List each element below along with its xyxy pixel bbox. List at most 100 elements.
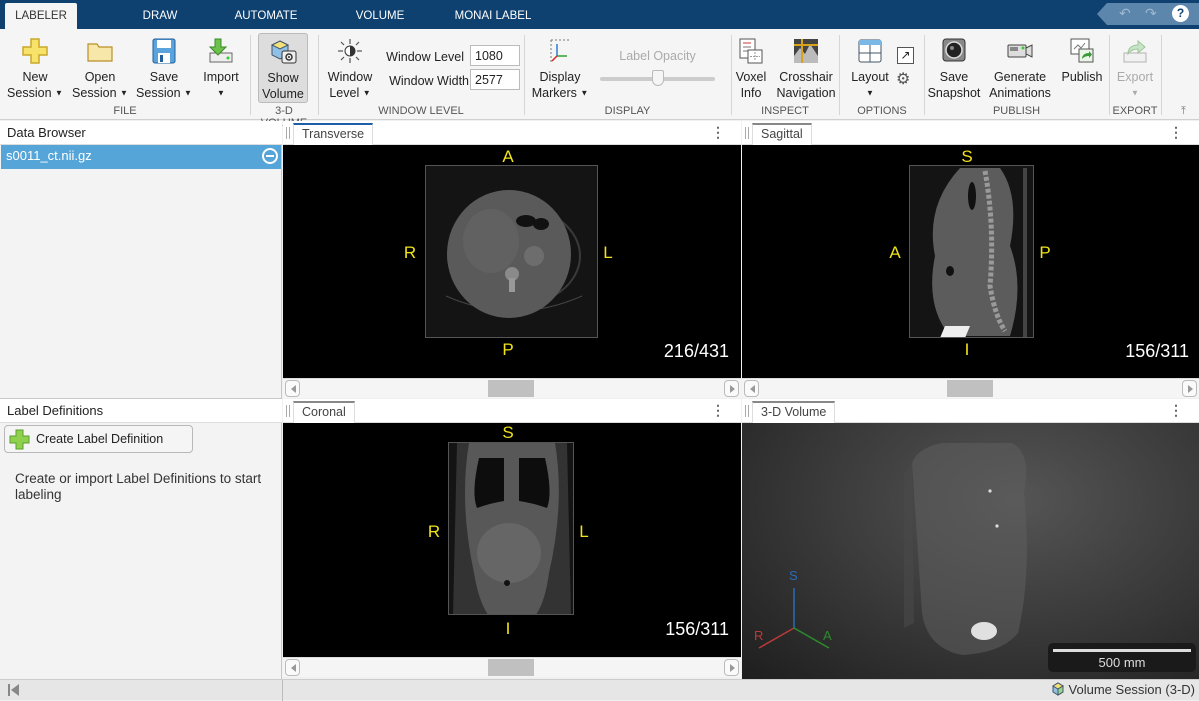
divider xyxy=(1109,35,1110,115)
scale-bar-label: 500 mm xyxy=(1098,655,1146,670)
drag-grip-icon[interactable] xyxy=(286,127,290,139)
redo-icon[interactable]: ↷ xyxy=(1145,5,1157,22)
slider-thumb[interactable] xyxy=(651,70,664,86)
green-plus-icon xyxy=(8,428,31,451)
import-button[interactable]: Import ▼ xyxy=(198,29,244,105)
show-volume-toggle[interactable]: Show Volume xyxy=(258,33,308,103)
tab-sagittal[interactable]: Sagittal xyxy=(752,123,812,145)
generate-animations-button[interactable]: Generate Animations xyxy=(987,29,1053,105)
tab-transverse[interactable]: Transverse xyxy=(293,123,374,145)
tab-labeler[interactable]: LABELER xyxy=(5,3,77,29)
open-session-button[interactable]: Open Session ▼ xyxy=(70,29,130,105)
window-level-input[interactable] xyxy=(470,45,520,66)
save-session-button[interactable]: Save Session ▼ xyxy=(134,29,194,105)
tab-draw[interactable]: DRAW xyxy=(125,3,195,29)
scroll-thumb[interactable] xyxy=(947,380,993,397)
transverse-view-header: Transverse ⋮ xyxy=(283,121,741,145)
collapse-ribbon-icon[interactable]: ⤒ xyxy=(1181,105,1186,118)
drag-grip-icon[interactable] xyxy=(745,127,749,139)
sagittal-view[interactable]: S I A P 156/311 xyxy=(742,145,1199,378)
remove-file-icon[interactable] xyxy=(262,148,278,164)
floppy-disk-icon xyxy=(149,36,179,66)
orientation-label-left: R xyxy=(403,243,417,262)
help-icon[interactable]: ? xyxy=(1172,5,1189,22)
folder-icon xyxy=(85,36,115,66)
axis-markers-icon xyxy=(545,36,575,66)
scroll-thumb[interactable] xyxy=(488,380,534,397)
scroll-right-arrow[interactable] xyxy=(1182,380,1197,397)
scroll-left-arrow[interactable] xyxy=(285,380,300,397)
transverse-view[interactable]: A P R L 216/431 xyxy=(283,145,741,378)
scale-bar: 500 mm xyxy=(1048,643,1196,672)
window-width-input[interactable] xyxy=(470,69,520,90)
voxel-info-button[interactable]: Voxel Info xyxy=(734,29,768,105)
undo-icon[interactable]: ↶ xyxy=(1119,5,1131,22)
scroll-left-arrow[interactable] xyxy=(285,659,300,676)
coronal-view-header: Coronal ⋮ xyxy=(283,399,741,423)
undock-icon[interactable]: ↗ xyxy=(897,47,914,64)
ribbon: New Session ▼ Open Session ▼ Save Sessio… xyxy=(0,29,1199,129)
export-button[interactable]: Export ▼ xyxy=(1112,29,1158,105)
transverse-ct-image xyxy=(425,165,598,338)
more-options-icon[interactable]: ⋮ xyxy=(711,402,725,419)
orientation-label-top: S xyxy=(961,147,973,166)
more-options-icon[interactable]: ⋮ xyxy=(711,124,725,141)
section-options: OPTIONS xyxy=(857,105,907,117)
volume-view[interactable]: S R A 500 mm xyxy=(742,423,1199,679)
crosshair-navigation-button[interactable]: Crosshair Navigation xyxy=(774,29,838,105)
orientation-label-right: L xyxy=(603,243,613,262)
volume-view-header: 3-D Volume ⋮ xyxy=(742,399,1199,423)
label-opacity-label: Label Opacity xyxy=(619,49,696,63)
divider xyxy=(318,35,319,115)
collapse-panel-icon[interactable] xyxy=(8,684,20,696)
window-level-button[interactable]: Window Level ▼ xyxy=(324,29,376,105)
tab-monai-label[interactable]: MONAI LABEL xyxy=(450,3,536,29)
import-arrow-icon xyxy=(206,36,236,66)
sagittal-slice-graphic xyxy=(932,168,1027,337)
status-bar: Volume Session (3-D) xyxy=(0,679,1199,701)
more-options-icon[interactable]: ⋮ xyxy=(1169,124,1183,141)
tab-coronal[interactable]: Coronal xyxy=(293,401,355,423)
orientation-label-bottom: I xyxy=(505,619,511,638)
file-name: s0011_ct.nii.gz xyxy=(6,148,92,163)
data-browser-file-item[interactable]: s0011_ct.nii.gz xyxy=(1,145,281,169)
scroll-right-arrow[interactable] xyxy=(724,659,739,676)
orientation-label-left: A xyxy=(889,243,901,262)
display-markers-button[interactable]: Display Markers ▼ xyxy=(530,29,590,105)
coronal-slice-graphic xyxy=(453,443,571,614)
coronal-slice-scrollbar[interactable] xyxy=(283,657,741,677)
section-file: FILE xyxy=(113,105,137,117)
tab-3d-volume[interactable]: 3-D Volume xyxy=(752,401,836,423)
label-opacity-slider[interactable] xyxy=(600,70,715,86)
scroll-right-arrow[interactable] xyxy=(724,380,739,397)
left-panel: Data Browser s0011_ct.nii.gz Label Defin… xyxy=(0,121,282,679)
new-session-button[interactable]: New Session ▼ xyxy=(5,29,65,105)
tab-volume-rendering[interactable]: VOLUME RENDERING xyxy=(320,3,440,48)
create-label-definition-button[interactable]: Create Label Definition xyxy=(4,425,193,453)
sagittal-view-header: Sagittal ⋮ xyxy=(742,121,1199,145)
publish-button[interactable]: Publish xyxy=(1058,29,1106,105)
gear-icon[interactable]: ⚙ xyxy=(896,69,910,89)
sagittal-slice-scrollbar[interactable] xyxy=(742,378,1199,398)
scale-bar-line xyxy=(1053,649,1191,652)
layout-button[interactable]: Layout ▼ xyxy=(848,29,892,105)
scroll-thumb[interactable] xyxy=(488,659,534,676)
save-snapshot-button[interactable]: Save Snapshot xyxy=(927,29,981,105)
export-arrow-icon xyxy=(1120,36,1150,66)
drag-grip-icon[interactable] xyxy=(286,405,290,417)
coronal-view[interactable]: S I R L 156/311 xyxy=(283,423,741,657)
window-level-label: Window Level xyxy=(386,50,464,64)
divider xyxy=(282,680,283,701)
orientation-label-bottom: I xyxy=(964,340,970,359)
drag-grip-icon[interactable] xyxy=(745,405,749,417)
axis-label-r: R xyxy=(754,628,764,643)
more-options-icon[interactable]: ⋮ xyxy=(1169,402,1183,419)
slice-counter: 216/431 xyxy=(663,341,729,361)
session-type: Volume Session (3-D) xyxy=(1051,682,1195,697)
divider xyxy=(924,35,925,115)
tab-automate[interactable]: AUTOMATE xyxy=(228,3,304,29)
axis-label-s: S xyxy=(789,568,798,583)
voxel-info-icon xyxy=(736,36,766,66)
scroll-left-arrow[interactable] xyxy=(744,380,759,397)
transverse-slice-scrollbar[interactable] xyxy=(283,378,741,398)
